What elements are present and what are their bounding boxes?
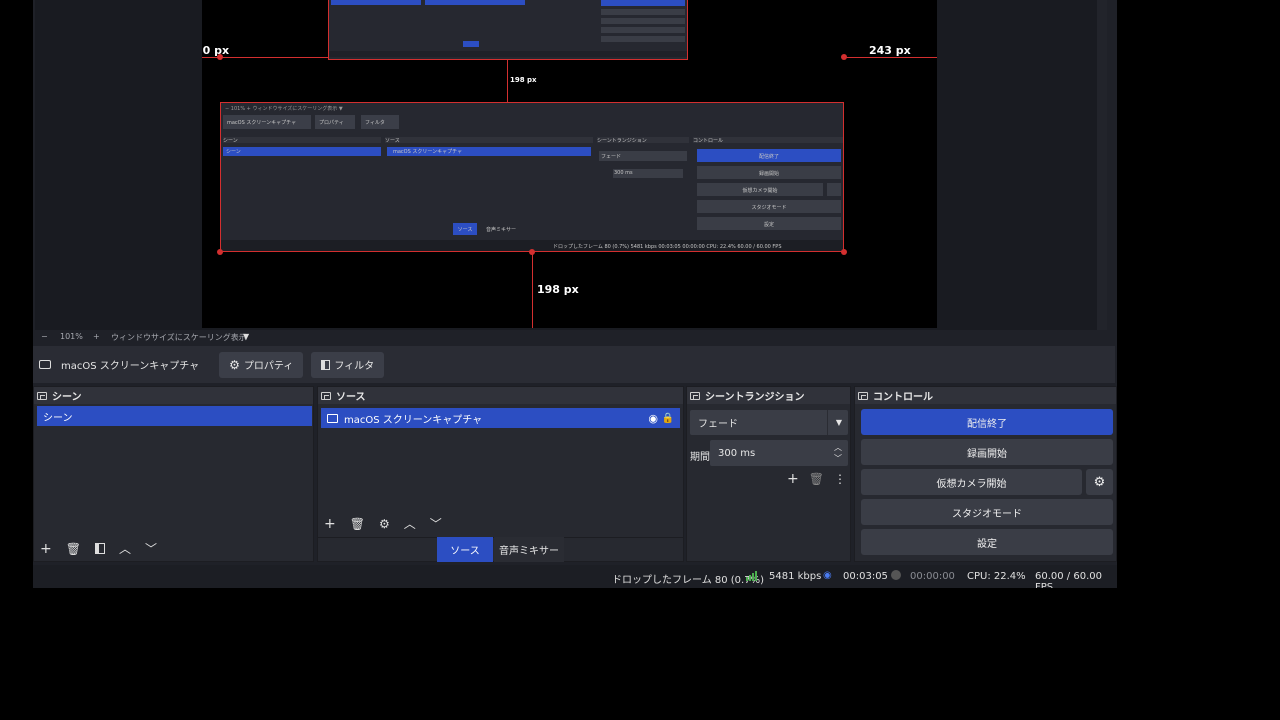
source-item-label: macOS スクリーンキャプチャ bbox=[344, 414, 483, 426]
transitions-dock-header[interactable]: シーントランジション bbox=[687, 387, 850, 404]
preview-scrollbar[interactable] bbox=[1097, 0, 1107, 330]
trash-icon[interactable]: 🗑 bbox=[66, 542, 81, 556]
stop-streaming-label: 配信終了 bbox=[967, 418, 1007, 430]
transitions-toolbar: + 🗑 ⋮ bbox=[787, 471, 846, 487]
source-properties-icon[interactable]: ⚙ bbox=[379, 517, 390, 531]
transitions-dock: シーントランジション フェード ▼ 期間 300 ms ︿ ﹀ + 🗑 ⋮ bbox=[686, 386, 851, 562]
dock-icon bbox=[321, 391, 331, 400]
filters-label: フィルタ bbox=[334, 361, 375, 372]
studio-mode-button[interactable]: スタジオモード bbox=[861, 499, 1113, 525]
preview-canvas[interactable]: 50 px 243 px 198 px − 101% + ウィンドウサイズにスケ… bbox=[202, 0, 937, 328]
scene-item-label: シーン bbox=[43, 412, 73, 424]
duration-label: 期間 bbox=[690, 452, 710, 463]
zoom-bar: − 101% + ウィンドウサイズにスケーリング表示 ▼ bbox=[33, 330, 1117, 345]
virtual-camera-settings-button[interactable]: ⚙ bbox=[1086, 469, 1113, 495]
recording-icon bbox=[891, 570, 901, 580]
scenes-dock-header[interactable]: シーン bbox=[34, 387, 313, 404]
sources-title: ソース bbox=[336, 392, 366, 403]
bitrate: 5481 kbps bbox=[769, 571, 822, 582]
eye-icon[interactable]: ◉ bbox=[648, 412, 658, 425]
move-up-icon[interactable]: ︿ bbox=[119, 540, 131, 557]
start-virtual-camera-label: 仮想カメラ開始 bbox=[936, 478, 1007, 490]
more-options-icon[interactable]: ⋮ bbox=[834, 472, 846, 486]
tab-sources-label: ソース bbox=[450, 546, 480, 557]
scenes-dock: シーン シーン + 🗑 ︿ ﹀ bbox=[33, 386, 314, 562]
transition-type-select[interactable]: フェード ▼ bbox=[690, 410, 848, 435]
move-down-icon[interactable]: ﹀ bbox=[430, 515, 442, 532]
trash-icon[interactable]: 🗑 bbox=[809, 472, 824, 486]
spin-up-icon[interactable]: ︿ bbox=[834, 442, 842, 453]
tab-audio-mixer[interactable]: 音声ミキサー bbox=[494, 537, 564, 562]
studio-mode-label: スタジオモード bbox=[952, 508, 1022, 520]
dropped-frames: ドロップしたフレーム 80 (0.7%) bbox=[612, 575, 764, 586]
monitor-icon bbox=[39, 360, 51, 369]
controls-dock-header[interactable]: コントロール bbox=[855, 387, 1116, 404]
stop-streaming-button[interactable]: 配信終了 bbox=[861, 409, 1113, 435]
stream-time: 00:03:05 bbox=[843, 571, 888, 582]
status-bar: ドロップしたフレーム 80 (0.7%) 5481 kbps ◉ 00:03:0… bbox=[33, 565, 1117, 588]
start-virtual-camera-button[interactable]: 仮想カメラ開始 bbox=[861, 469, 1082, 495]
add-source-icon[interactable]: + bbox=[324, 516, 336, 532]
nested-preview-main: − 101% + ウィンドウサイズにスケーリング表示 ▼ macOS スクリーン… bbox=[220, 102, 844, 252]
sources-dock-header[interactable]: ソース bbox=[318, 387, 683, 404]
controls-dock: コントロール 配信終了 録画開始 仮想カメラ開始 ⚙ スタジオモード 設定 bbox=[854, 386, 1117, 562]
add-transition-icon[interactable]: + bbox=[787, 471, 799, 487]
cpu-usage: CPU: 22.4% bbox=[967, 571, 1026, 582]
dock-icon bbox=[858, 391, 868, 400]
scale-mode-dropdown-icon[interactable]: ▼ bbox=[243, 332, 249, 341]
gear-icon: ⚙ bbox=[229, 357, 240, 372]
controls-title: コントロール bbox=[873, 392, 933, 403]
duration-value: 300 ms bbox=[718, 447, 756, 459]
sources-dock: ソース macOS スクリーンキャプチャ ◉ 🔒 + 🗑 ⚙ ︿ ﹀ ソース 音… bbox=[317, 386, 684, 562]
trash-icon[interactable]: 🗑 bbox=[350, 517, 365, 531]
add-scene-icon[interactable]: + bbox=[40, 541, 52, 557]
filter-icon bbox=[321, 359, 331, 370]
move-up-icon[interactable]: ︿ bbox=[404, 515, 416, 532]
transitions-title: シーントランジション bbox=[705, 392, 805, 403]
zoom-out-button[interactable]: − bbox=[41, 332, 48, 341]
signal-bars-icon bbox=[746, 570, 757, 581]
scenes-toolbar: + 🗑 ︿ ﹀ bbox=[40, 540, 157, 557]
filters-button[interactable]: フィルタ bbox=[311, 351, 385, 378]
tab-sources[interactable]: ソース bbox=[437, 537, 493, 562]
zoom-level: 101% bbox=[60, 332, 83, 341]
lock-icon[interactable]: 🔒 bbox=[662, 413, 674, 424]
move-down-icon[interactable]: ﹀ bbox=[145, 540, 157, 557]
properties-label: プロパティ bbox=[243, 361, 294, 372]
settings-button[interactable]: 設定 bbox=[861, 529, 1113, 555]
zoom-in-button[interactable]: + bbox=[93, 332, 100, 341]
dock-icon bbox=[37, 391, 47, 400]
scale-mode-label: ウィンドウサイズにスケーリング表示 bbox=[111, 333, 247, 342]
start-recording-button[interactable]: 録画開始 bbox=[861, 439, 1113, 465]
record-time: 00:00:00 bbox=[910, 571, 955, 582]
transition-type-value: フェード bbox=[698, 419, 738, 430]
tab-audio-mixer-label: 音声ミキサー bbox=[499, 546, 559, 557]
fps-readout: 60.00 / 60.00 FPS bbox=[1035, 571, 1102, 588]
measure-right-label: 243 px bbox=[869, 44, 911, 57]
spin-down-icon[interactable]: ﹀ bbox=[834, 453, 842, 464]
properties-button[interactable]: ⚙ プロパティ bbox=[219, 351, 304, 378]
scenes-title: シーン bbox=[52, 392, 82, 403]
scene-list-item[interactable]: シーン bbox=[37, 406, 312, 426]
chevron-down-icon: ▼ bbox=[835, 418, 842, 427]
duration-spinbox[interactable]: 300 ms ︿ ﹀ bbox=[710, 440, 848, 466]
measure-inner-bottom-label: 198 px bbox=[510, 76, 537, 84]
nested-preview-top bbox=[328, 0, 688, 60]
measure-left-label: 50 px bbox=[202, 44, 230, 57]
monitor-icon bbox=[327, 413, 338, 423]
gear-icon: ⚙ bbox=[1093, 474, 1106, 490]
selected-source-name: macOS スクリーンキャプチャ bbox=[61, 361, 200, 372]
obs-window: 50 px 243 px 198 px − 101% + ウィンドウサイズにスケ… bbox=[33, 0, 1117, 588]
sources-toolbar: + 🗑 ⚙ ︿ ﹀ bbox=[324, 515, 442, 532]
scene-filter-icon[interactable] bbox=[94, 543, 105, 554]
measure-bottom-label: 198 px bbox=[537, 283, 579, 296]
settings-label: 設定 bbox=[977, 538, 997, 550]
dock-icon bbox=[690, 391, 700, 400]
source-list-item[interactable]: macOS スクリーンキャプチャ ◉ 🔒 bbox=[321, 408, 680, 428]
start-recording-label: 録画開始 bbox=[967, 448, 1007, 460]
preview-area[interactable]: 50 px 243 px 198 px − 101% + ウィンドウサイズにスケ… bbox=[35, 0, 1107, 330]
streaming-icon: ◉ bbox=[823, 570, 832, 581]
context-bar: macOS スクリーンキャプチャ ⚙ プロパティ フィルタ bbox=[33, 346, 1115, 383]
